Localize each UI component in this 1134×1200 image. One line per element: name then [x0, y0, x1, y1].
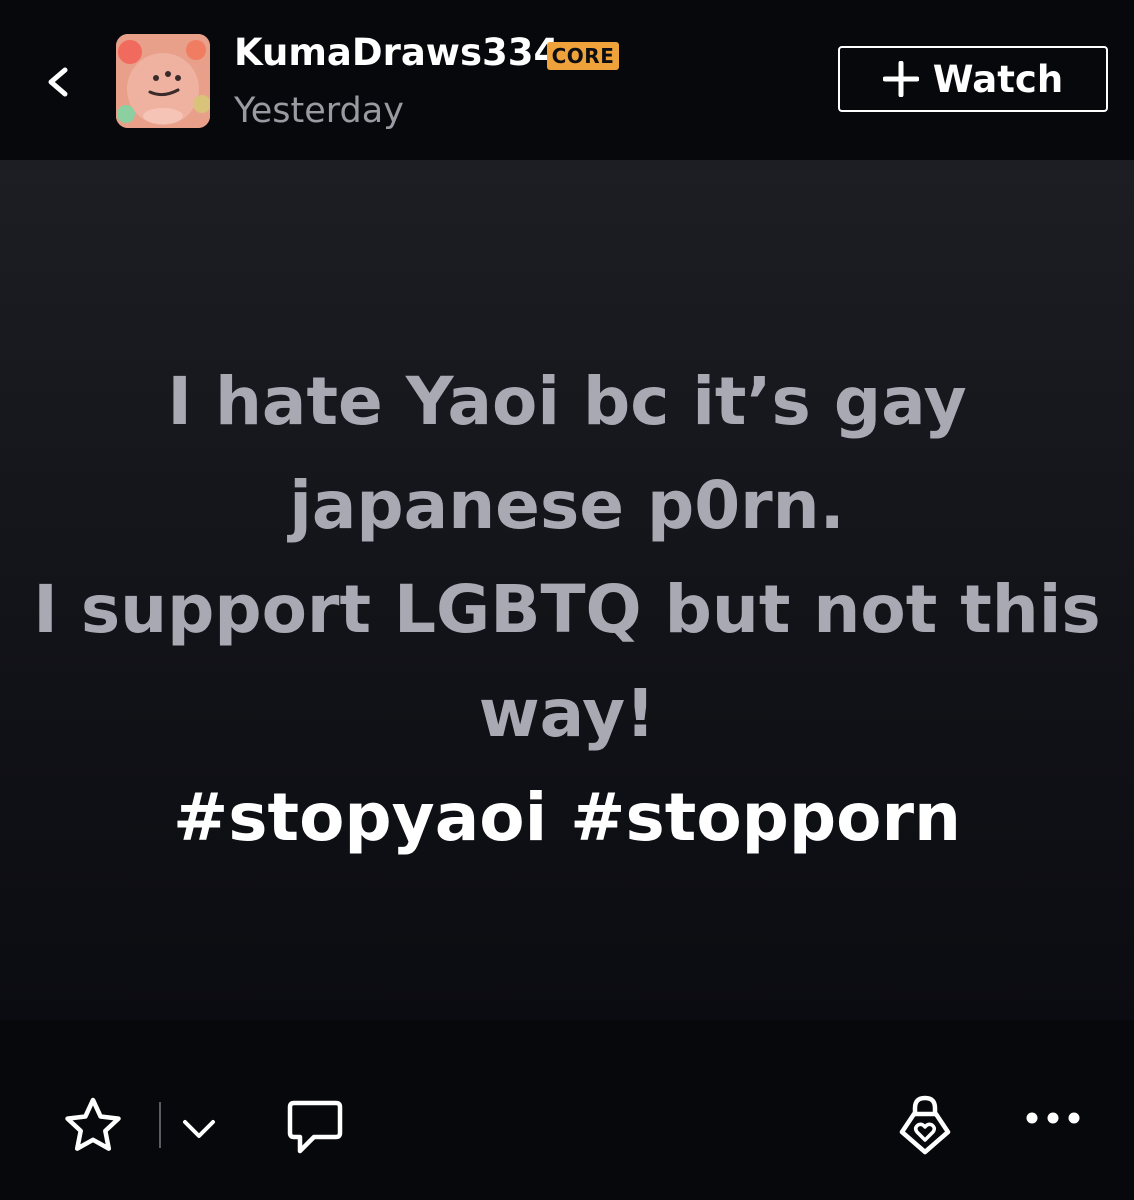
post-line: I support LGBTQ but not this — [33, 571, 1101, 648]
star-icon — [65, 1097, 121, 1151]
heart-lock-icon — [899, 1095, 951, 1155]
expand-button[interactable] — [176, 1106, 222, 1152]
core-badge: CORE — [547, 42, 619, 70]
post-timestamp: Yesterday — [234, 91, 404, 131]
avatar[interactable] — [116, 34, 210, 128]
action-bar — [0, 1020, 1134, 1200]
post-content: I hate Yaoi bc it’s gay japanese p0rn. I… — [0, 160, 1134, 1020]
post-hashtags[interactable]: #stopyaoi #stopporn — [0, 766, 1134, 870]
favourite-button[interactable] — [60, 1092, 126, 1158]
username[interactable]: KumaDraws334 — [234, 30, 559, 76]
more-button[interactable] — [1022, 1098, 1084, 1138]
chevron-left-icon — [48, 67, 68, 97]
post-line: way! — [478, 675, 656, 752]
post-line: japanese p0rn. — [289, 467, 845, 544]
top-bar: KumaDraws334 CORE Yesterday Watch — [0, 0, 1134, 160]
back-button[interactable] — [34, 58, 82, 106]
post-line: I hate Yaoi bc it’s gay — [167, 363, 967, 440]
chevron-down-icon — [183, 1120, 215, 1138]
watch-button[interactable]: Watch — [838, 46, 1108, 112]
plus-icon — [882, 61, 919, 97]
gift-button[interactable] — [892, 1092, 958, 1158]
post-text: I hate Yaoi bc it’s gay japanese p0rn. I… — [0, 350, 1134, 870]
comment-button[interactable] — [282, 1094, 348, 1160]
more-icon — [1026, 1112, 1080, 1124]
speech-bubble-icon — [287, 1100, 343, 1154]
divider — [159, 1102, 161, 1148]
watch-label: Watch — [932, 57, 1064, 101]
